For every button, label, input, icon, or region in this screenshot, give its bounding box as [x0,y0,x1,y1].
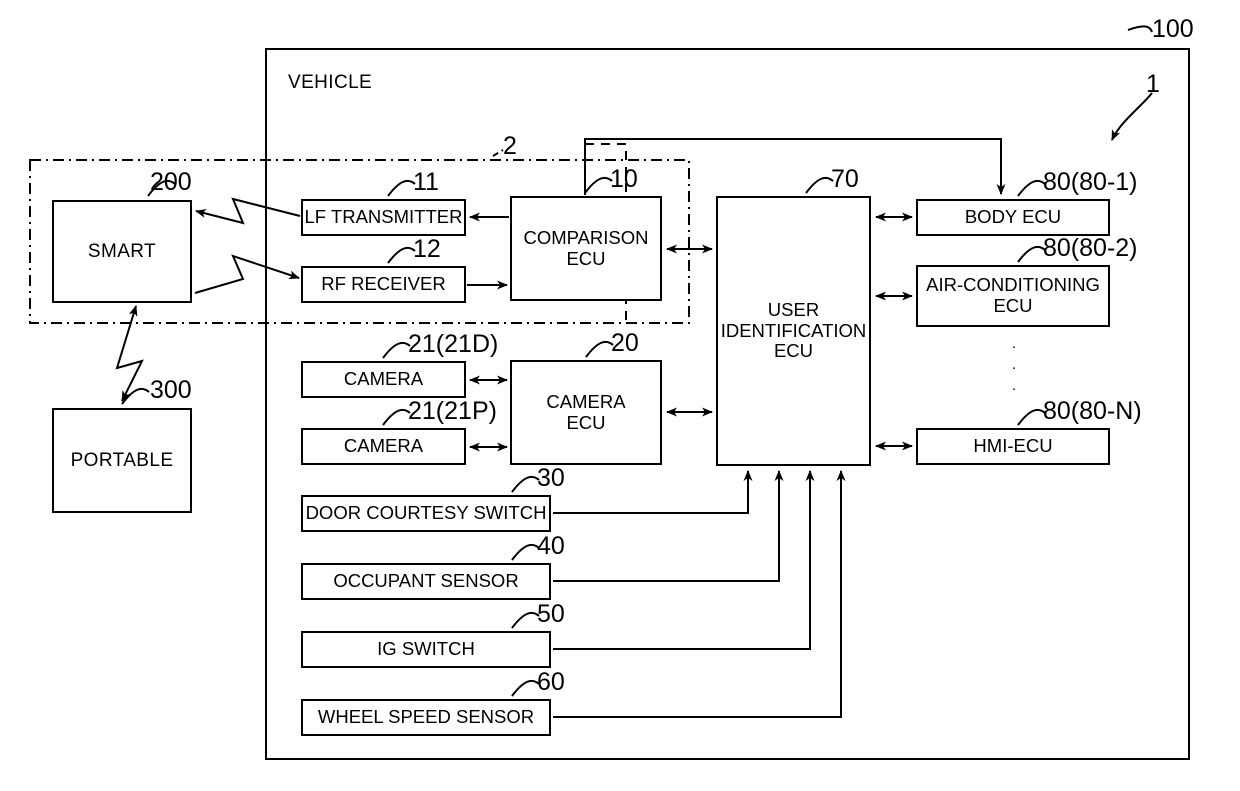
link-occupant-sensor-to-user-id [553,470,784,582]
leader-70 [805,176,834,194]
refnum-60: 60 [537,668,565,696]
refnum-20: 20 [611,329,639,357]
leader-1-curved-arrow [1111,92,1153,141]
leader-30 [511,475,540,493]
refnum-10: 10 [610,165,638,193]
link-comparison-to-body-ecu [584,138,1006,195]
leader-20 [585,340,614,358]
link-lf-to-smart-key [195,197,301,225]
link-smart-key-to-portable-terminal [115,305,144,402]
refnum-300: 300 [150,376,192,404]
leader-100 [1127,25,1153,33]
refnum-80-N: 80(80-N) [1043,397,1142,425]
leader-21P [382,408,411,426]
vehicle-label: VEHICLE [288,72,373,93]
leader-12 [387,246,416,264]
refnum-2: 2 [503,132,517,160]
refnum-80-2: 80(80-2) [1043,234,1138,262]
refnum-100: 100 [1152,15,1194,43]
refnum-30: 30 [537,464,565,492]
leader-11 [387,179,416,197]
refnum-50: 50 [537,600,565,628]
refnum-40: 40 [537,532,565,560]
leader-50 [511,611,540,629]
refnum-80-1: 80(80-1) [1043,168,1138,196]
refnum-11: 11 [413,168,439,196]
leader-10 [584,176,613,194]
leader-40 [511,543,540,561]
refnum-12: 12 [413,235,441,263]
refnum-21P: 21(21P) [408,397,497,425]
patent-figure-canvas: SMART PORTABLE LF TRANSMITTER RF RECEIVE… [0,0,1240,791]
link-ig-switch-to-user-id [553,470,815,650]
link-wheel-speed-to-user-id [553,470,846,718]
leader-21D [382,341,411,359]
refnum-200: 200 [150,168,192,196]
leader-2 [492,149,504,157]
leader-60 [511,679,540,697]
link-smart-key-to-rf [194,254,300,294]
leader-80-1 [1017,179,1046,197]
refnum-1: 1 [1146,70,1160,98]
refnum-21D: 21(21D) [408,330,499,358]
link-door-courtesy-to-user-id [553,470,753,514]
leader-80-N [1017,408,1046,426]
refnum-70: 70 [831,165,859,193]
leader-80-2 [1017,245,1046,263]
